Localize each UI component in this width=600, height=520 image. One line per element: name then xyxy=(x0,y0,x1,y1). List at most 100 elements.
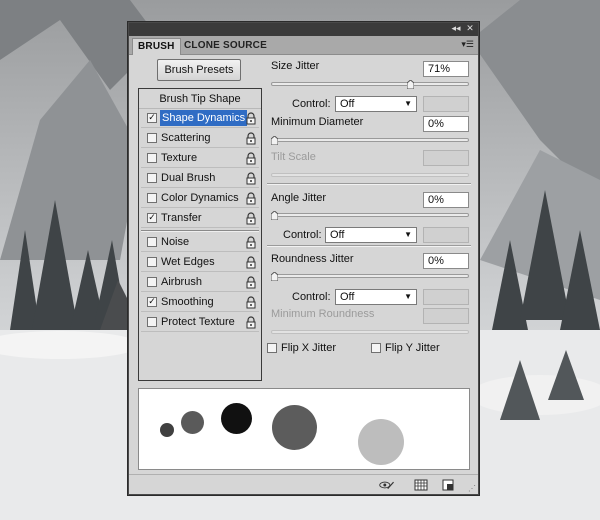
control-select-value: Off xyxy=(330,229,345,241)
brush-presets-button[interactable]: Brush Presets xyxy=(157,59,241,81)
minimum-diameter-slider[interactable] xyxy=(271,138,469,142)
preview-dot xyxy=(181,411,204,434)
option-row-noise[interactable]: Noise xyxy=(141,233,259,252)
panel-titlebar: ◂◂ ✕ xyxy=(129,23,478,36)
minimum-diameter-label: Minimum Diameter xyxy=(271,116,364,128)
roundness-jitter-slider[interactable] xyxy=(271,274,469,278)
option-checkbox[interactable] xyxy=(147,237,157,247)
option-label: Dual Brush xyxy=(161,172,216,184)
control-select-value: Off xyxy=(340,98,355,110)
brush-options-list: Brush Tip Shape ✓ Shape Dynamics Scatterin… xyxy=(138,88,262,381)
option-row-shape-dynamics[interactable]: ✓ Shape Dynamics xyxy=(141,109,259,128)
option-row-airbrush[interactable]: Airbrush xyxy=(141,273,259,292)
tilt-scale-label: Tilt Scale xyxy=(271,151,316,163)
option-label: Shape Dynamics xyxy=(160,110,248,126)
tab-clone-source[interactable]: CLONE SOURCE xyxy=(179,38,272,55)
lock-icon[interactable] xyxy=(245,316,257,329)
preview-dot xyxy=(160,423,174,437)
option-checkbox[interactable] xyxy=(147,193,157,203)
tilt-scale-slider xyxy=(271,173,469,177)
chevron-down-icon: ▼ xyxy=(404,230,412,239)
lock-icon[interactable] xyxy=(245,236,257,249)
option-label: Airbrush xyxy=(161,276,202,288)
flip-x-label: Flip X Jitter xyxy=(281,342,337,354)
option-row-dual-brush[interactable]: Dual Brush xyxy=(141,169,259,188)
tab-bar: BRUSH CLONE SOURCE ▾☰ xyxy=(129,36,478,55)
preview-dot xyxy=(272,405,317,450)
option-label: Texture xyxy=(161,152,198,164)
control-fade-field xyxy=(423,96,469,112)
brush-stroke-preview xyxy=(138,388,470,470)
control-fade-field xyxy=(423,227,469,243)
grid-icon[interactable] xyxy=(413,478,429,492)
preview-dot xyxy=(358,419,404,465)
brush-tip-shape-item[interactable]: Brush Tip Shape xyxy=(139,89,261,109)
size-jitter-field[interactable]: 71% xyxy=(423,61,469,77)
create-new-preset-icon[interactable] xyxy=(440,478,456,492)
option-checkbox[interactable] xyxy=(147,153,157,163)
option-label: Wet Edges xyxy=(161,256,215,268)
flip-y-checkbox[interactable] xyxy=(371,343,381,353)
lock-icon[interactable] xyxy=(245,152,257,165)
minimum-diameter-slider-thumb[interactable] xyxy=(271,136,278,145)
option-checkbox[interactable] xyxy=(147,133,157,143)
size-jitter-slider[interactable] xyxy=(271,82,469,86)
tab-brush[interactable]: BRUSH xyxy=(132,38,181,55)
option-row-scattering[interactable]: Scattering xyxy=(141,129,259,148)
lock-icon[interactable] xyxy=(245,132,257,145)
option-row-smoothing[interactable]: ✓ Smoothing xyxy=(141,293,259,312)
lock-icon[interactable] xyxy=(245,192,257,205)
divider xyxy=(267,245,471,247)
chevron-down-icon: ▼ xyxy=(404,292,412,301)
option-checkbox[interactable]: ✓ xyxy=(147,297,157,307)
angle-jitter-slider-thumb[interactable] xyxy=(271,211,278,220)
minimum-roundness-slider xyxy=(271,330,469,334)
lock-icon[interactable] xyxy=(245,172,257,185)
control-select-value: Off xyxy=(340,291,355,303)
panel-bottom-bar: ⋰ xyxy=(129,474,478,494)
option-checkbox[interactable] xyxy=(147,257,157,267)
option-row-color-dynamics[interactable]: Color Dynamics xyxy=(141,189,259,208)
option-label: Color Dynamics xyxy=(161,192,239,204)
lock-icon[interactable] xyxy=(245,296,257,309)
angle-jitter-slider[interactable] xyxy=(271,213,469,217)
control-select[interactable]: Off ▼ xyxy=(335,96,417,112)
control-fade-field xyxy=(423,289,469,305)
control-select[interactable]: Off ▼ xyxy=(325,227,417,243)
brush-panel: ◂◂ ✕ BRUSH CLONE SOURCE ▾☰ Brush Presets… xyxy=(128,22,479,495)
option-row-texture[interactable]: Texture xyxy=(141,149,259,168)
tilt-scale-field xyxy=(423,150,469,166)
option-checkbox[interactable] xyxy=(147,317,157,327)
size-jitter-slider-thumb[interactable] xyxy=(406,80,414,89)
minimum-roundness-label: Minimum Roundness xyxy=(271,308,375,320)
option-row-protect-texture[interactable]: Protect Texture xyxy=(141,313,259,332)
flip-x-checkbox[interactable] xyxy=(267,343,277,353)
preview-dot xyxy=(221,403,252,434)
roundness-jitter-slider-thumb[interactable] xyxy=(271,272,278,281)
minimum-roundness-field xyxy=(423,308,469,324)
roundness-jitter-field[interactable]: 0% xyxy=(423,253,469,269)
roundness-jitter-label: Roundness Jitter xyxy=(271,253,354,265)
option-label: Smoothing xyxy=(161,296,214,308)
lock-icon[interactable] xyxy=(245,212,257,225)
option-checkbox[interactable] xyxy=(147,173,157,183)
option-label: Protect Texture xyxy=(161,316,235,328)
flip-y-label: Flip Y Jitter xyxy=(385,342,440,354)
collapse-icon[interactable]: ◂◂ xyxy=(450,24,462,35)
chevron-down-icon: ▼ xyxy=(404,99,412,108)
toggle-live-tip-icon[interactable] xyxy=(379,478,395,492)
angle-jitter-field[interactable]: 0% xyxy=(423,192,469,208)
lock-icon[interactable] xyxy=(245,256,257,269)
panel-menu-icon[interactable]: ▾☰ xyxy=(461,39,474,50)
minimum-diameter-field[interactable]: 0% xyxy=(423,116,469,132)
option-checkbox[interactable]: ✓ xyxy=(147,213,157,223)
lock-icon[interactable] xyxy=(245,112,257,125)
control-select[interactable]: Off ▼ xyxy=(335,289,417,305)
option-row-wet-edges[interactable]: Wet Edges xyxy=(141,253,259,272)
option-checkbox[interactable] xyxy=(147,277,157,287)
close-icon[interactable]: ✕ xyxy=(464,24,476,35)
option-row-transfer[interactable]: ✓ Transfer xyxy=(141,209,259,228)
lock-icon[interactable] xyxy=(245,276,257,289)
option-checkbox[interactable]: ✓ xyxy=(147,113,157,123)
resize-grip-icon[interactable]: ⋰ xyxy=(468,484,476,493)
